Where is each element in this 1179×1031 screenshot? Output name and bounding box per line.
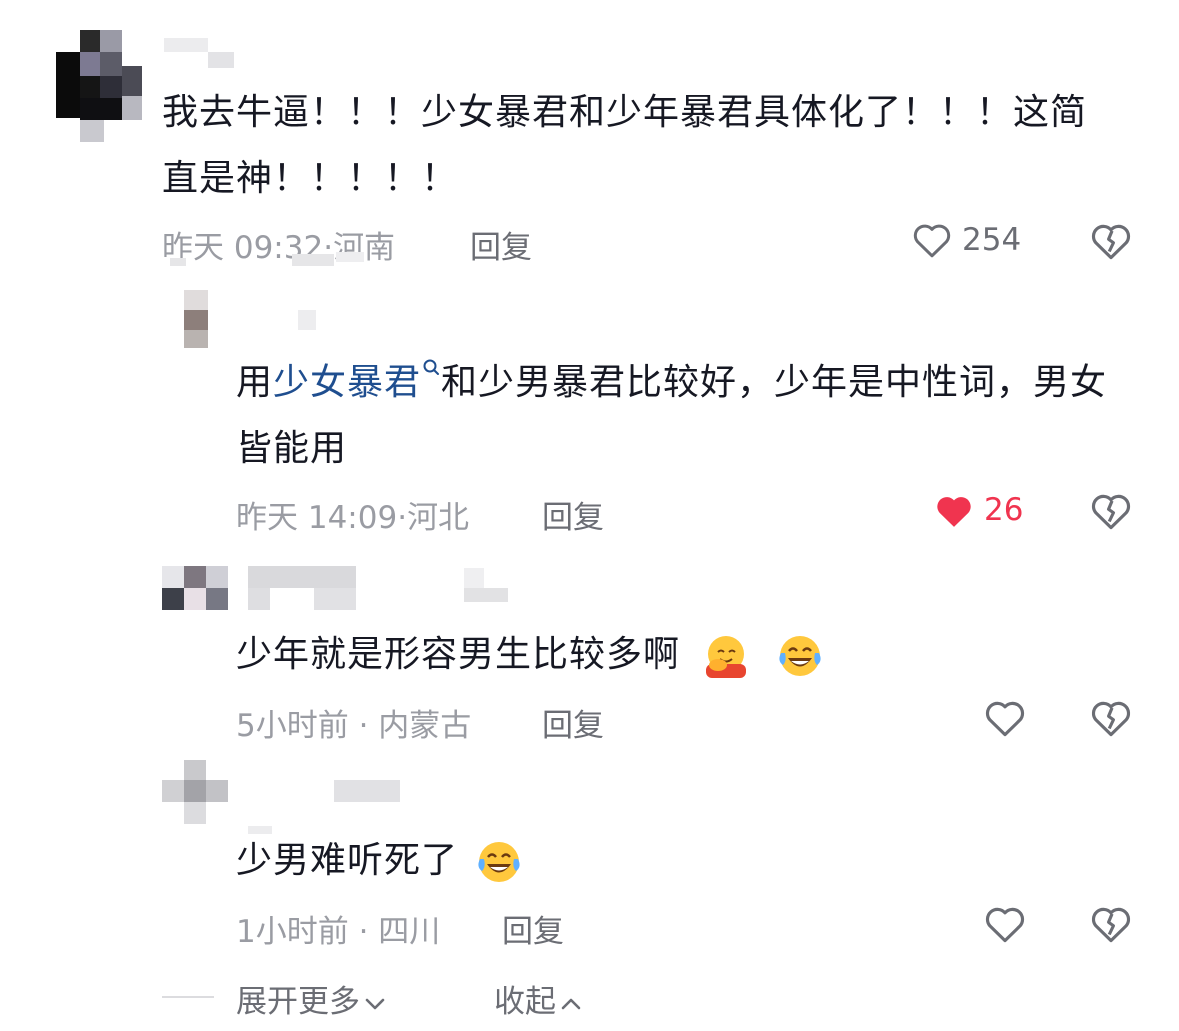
like-icon[interactable] (984, 698, 1026, 742)
reply-button[interactable]: 回复 (470, 222, 532, 267)
username[interactable] (334, 780, 400, 802)
comment-meta: 5小时前 · 内蒙古 (236, 708, 472, 744)
search-link[interactable]: 少女暴君 (273, 359, 441, 403)
reply-button[interactable]: 回复 (542, 492, 604, 537)
tears-of-joy-emoji (478, 842, 521, 882)
username[interactable] (248, 566, 508, 610)
comment-meta: 1小时前 · 四川 (236, 914, 441, 950)
avatar[interactable] (162, 760, 228, 824)
like-count: 254 (962, 222, 1022, 258)
comment-meta: 昨天 14:09·河北 (236, 500, 470, 536)
dislike-icon[interactable] (1090, 491, 1132, 535)
chevron-down-icon (365, 998, 385, 1009)
username[interactable] (164, 38, 234, 70)
avatar[interactable] (184, 290, 208, 348)
comment-time: 1小时前 (236, 914, 349, 950)
like-count: 26 (984, 492, 1024, 528)
comment-time: 5小时前 (236, 708, 349, 744)
dislike-icon[interactable] (1090, 698, 1132, 742)
avatar[interactable] (56, 30, 142, 142)
search-icon (423, 359, 440, 375)
collapse-button[interactable]: 收起 (494, 976, 582, 1021)
tears-of-joy-emoji (779, 636, 821, 676)
comment-location: 内蒙古 (378, 708, 472, 744)
expand-more-button[interactable]: 展开更多 (236, 976, 386, 1021)
like-icon[interactable] (984, 904, 1026, 948)
comment-text: 用少女暴君 和少男暴君比较好，少年是中性词，男女皆能用 (236, 350, 1136, 482)
comment-text: 少年就是形容男生比较多啊 (236, 622, 1136, 688)
dislike-icon[interactable] (1090, 221, 1132, 265)
chevron-up-icon (561, 998, 581, 1009)
username[interactable] (292, 310, 316, 332)
comment-time: 昨天 14:09 (236, 500, 398, 536)
comment-text: 少男难听死了 (236, 828, 1136, 894)
footer-divider (162, 996, 214, 998)
hugging-face-emoji (706, 636, 747, 678)
like-icon[interactable] (912, 221, 952, 263)
liked-heart-icon[interactable] (934, 492, 974, 534)
comment-location: 河北 (407, 500, 470, 536)
reply-button[interactable]: 回复 (502, 906, 564, 951)
reply-button[interactable]: 回复 (542, 700, 604, 745)
avatar[interactable] (162, 566, 228, 610)
comment-text: 我去牛逼！！！少女暴君和少年暴君具体化了！！！这简直是神！！！！！ (162, 92, 1088, 199)
dislike-icon[interactable] (1090, 904, 1132, 948)
comment-location: 四川 (378, 914, 441, 950)
